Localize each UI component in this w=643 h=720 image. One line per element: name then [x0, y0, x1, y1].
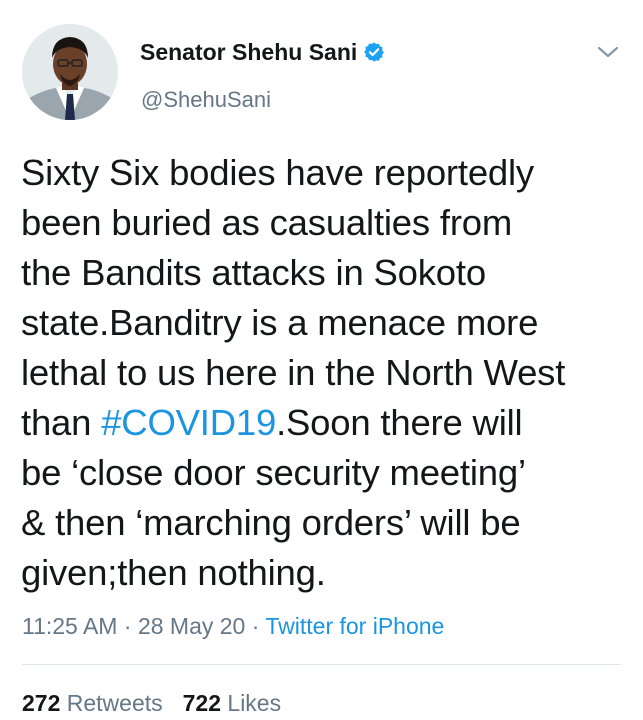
author-display-name[interactable]: Senator Shehu Sani [140, 38, 385, 66]
meta-separator: · [245, 613, 266, 639]
meta-separator: · [117, 613, 138, 639]
tweet-text: Sixty Six bodies have reportedly been bu… [21, 148, 631, 598]
likes-count: 722 [182, 690, 222, 716]
retweets-stat[interactable]: 272 Retweets [22, 690, 163, 716]
likes-stat[interactable]: 722 Likes [183, 690, 281, 716]
avatar[interactable] [22, 24, 118, 120]
tweet-meta: 11:25 AM · 28 May 20 · Twitter for iPhon… [22, 611, 444, 641]
tweet-line: lethal to us here in the North West [21, 352, 566, 393]
tweet-line: Sixty Six bodies have reportedly [21, 152, 534, 193]
tweet-stats: 272 Retweets 722 Likes [22, 688, 281, 718]
divider [22, 664, 621, 665]
profile-photo [22, 24, 118, 120]
retweets-count: 272 [22, 690, 61, 716]
tweet-date[interactable]: 28 May 20 [138, 613, 245, 639]
tweet-line: the Bandits attacks in Sokoto [21, 252, 486, 293]
tweet-line: than #COVID19.Soon there will [21, 398, 631, 448]
tweet-text-segment: than [21, 402, 102, 443]
tweet-line: given;then nothing. [21, 552, 326, 593]
tweet-source-link[interactable]: Twitter for iPhone [265, 613, 444, 639]
tweet-menu-button[interactable] [595, 42, 621, 62]
tweet-line: been buried as casualties from [21, 202, 513, 243]
author-handle[interactable]: @ShehuSani [141, 86, 271, 114]
author-name-text: Senator Shehu Sani [140, 39, 358, 65]
tweet-line: state.Banditry is a menace more [21, 302, 539, 343]
likes-label: Likes [227, 690, 282, 716]
retweets-label: Retweets [66, 690, 163, 716]
tweet-line: & then ‘marching orders’ will be [21, 502, 521, 543]
tweet-time[interactable]: 11:25 AM [22, 613, 117, 639]
verified-badge-icon [364, 42, 385, 62]
tweet-line: be ‘close door security meeting’ [21, 452, 526, 493]
chevron-down-icon [597, 46, 619, 58]
hashtag-link[interactable]: #COVID19 [101, 402, 276, 443]
tweet-text-segment: .Soon there will [276, 402, 523, 443]
